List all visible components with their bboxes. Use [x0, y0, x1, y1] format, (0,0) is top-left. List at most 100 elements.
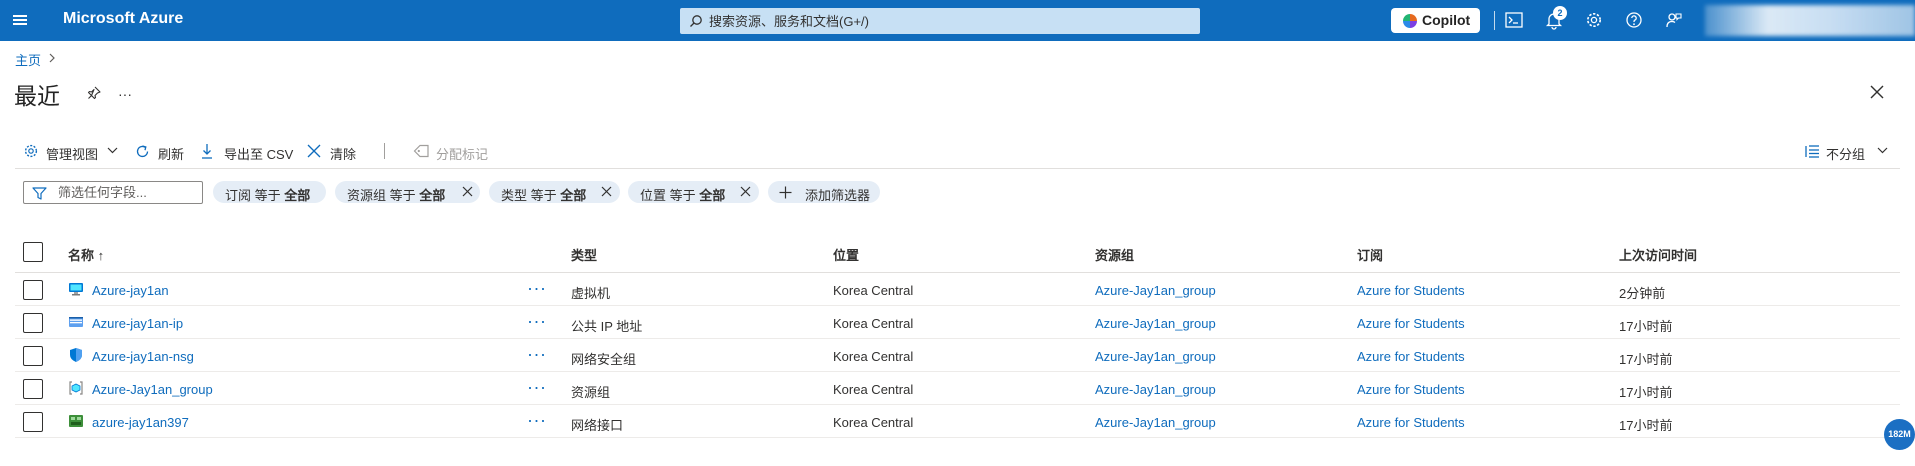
- subscription-link[interactable]: Azure for Students: [1357, 283, 1465, 298]
- filter-pill-field: 资源组: [347, 188, 387, 203]
- filter-pill-value: 全部: [284, 188, 311, 203]
- resource-name-link[interactable]: azure-jay1an397: [92, 415, 189, 430]
- clear-label: 清除: [330, 147, 357, 162]
- copilot-button[interactable]: Copilot: [1391, 8, 1480, 33]
- last-viewed: 2分钟前: [1619, 286, 1666, 301]
- resource-group-link[interactable]: Azure-Jay1an_group: [1095, 283, 1216, 298]
- clear-button[interactable]: 清除: [307, 141, 359, 163]
- row-checkbox[interactable]: [23, 313, 43, 333]
- remove-filter-icon[interactable]: [462, 186, 473, 197]
- resource-location: Korea Central: [833, 283, 914, 298]
- copilot-icon: [1403, 14, 1417, 28]
- network-interface-icon: [69, 415, 83, 427]
- remove-filter-icon[interactable]: [740, 186, 751, 197]
- filter-input[interactable]: [58, 183, 198, 202]
- resource-type: 网络安全组: [571, 352, 637, 367]
- breadcrumb-home-link[interactable]: 主页: [15, 53, 41, 68]
- last-viewed: 17小时前: [1619, 385, 1673, 400]
- row-checkbox[interactable]: [23, 346, 43, 366]
- resource-name-link[interactable]: Azure-jay1an-nsg: [92, 349, 194, 364]
- resource-name-link[interactable]: Azure-Jay1an_group: [92, 382, 213, 397]
- close-icon[interactable]: [1870, 85, 1884, 99]
- memory-badge[interactable]: 182M: [1884, 419, 1915, 450]
- resource-location: Korea Central: [833, 415, 914, 430]
- manage-view-button[interactable]: 管理视图: [23, 141, 123, 163]
- cloud-shell-icon[interactable]: [1504, 10, 1524, 30]
- column-header-location[interactable]: 位置: [833, 245, 859, 264]
- more-options-icon[interactable]: ···: [118, 87, 132, 101]
- table-row[interactable]: Azure-jay1an-nsg ··· 网络安全组 Korea Central…: [15, 339, 1900, 372]
- select-all-checkbox[interactable]: [23, 242, 43, 262]
- add-filter-button[interactable]: 添加筛选器: [768, 181, 880, 203]
- breadcrumb: 主页: [15, 50, 55, 69]
- resource-group-link[interactable]: Azure-Jay1an_group: [1095, 316, 1216, 331]
- resource-name-link[interactable]: Azure-jay1an-ip: [92, 316, 183, 331]
- resource-group-link[interactable]: Azure-Jay1an_group: [1095, 382, 1216, 397]
- subscription-link[interactable]: Azure for Students: [1357, 316, 1465, 331]
- subscription-link[interactable]: Azure for Students: [1357, 415, 1465, 430]
- column-header-type[interactable]: 类型: [571, 245, 597, 264]
- export-csv-button[interactable]: 导出至 CSV: [200, 141, 293, 163]
- resource-name-link[interactable]: Azure-jay1an: [92, 283, 169, 298]
- group-by-label: 不分组: [1826, 147, 1866, 162]
- table-row[interactable]: azure-jay1an397 ··· 网络接口 Korea Central A…: [15, 405, 1900, 438]
- row-more-options-icon[interactable]: ···: [527, 278, 546, 299]
- filter-pill-resource-group[interactable]: 资源组 等于 全部: [335, 181, 480, 203]
- filter-pill-op: 等于: [530, 188, 557, 203]
- subscription-link[interactable]: Azure for Students: [1357, 382, 1465, 397]
- assign-tags-button[interactable]: 分配标记: [413, 141, 491, 163]
- filter-pill-location[interactable]: 位置 等于 全部: [628, 181, 759, 203]
- last-viewed: 17小时前: [1619, 319, 1673, 334]
- row-checkbox[interactable]: [23, 412, 43, 432]
- search-input[interactable]: [709, 8, 1194, 34]
- row-more-options-icon[interactable]: ···: [527, 344, 546, 365]
- row-more-options-icon[interactable]: ···: [527, 377, 546, 398]
- topbar-divider: [1494, 11, 1495, 30]
- refresh-icon: [136, 145, 149, 158]
- resource-group-link[interactable]: Azure-Jay1an_group: [1095, 349, 1216, 364]
- table-row[interactable]: Azure-Jay1an_group ··· 资源组 Korea Central…: [15, 372, 1900, 405]
- notification-badge: 2: [1553, 6, 1567, 20]
- search-icon: [690, 15, 702, 27]
- column-header-last-viewed[interactable]: 上次访问时间: [1619, 245, 1697, 264]
- subscription-link[interactable]: Azure for Students: [1357, 349, 1465, 364]
- gear-icon[interactable]: [1584, 10, 1604, 30]
- list-icon: [1805, 145, 1819, 158]
- row-more-options-icon[interactable]: ···: [527, 311, 546, 332]
- filter-pill-subscription[interactable]: 订阅 等于 全部: [213, 181, 326, 203]
- assign-tags-label: 分配标记: [436, 147, 489, 162]
- row-checkbox[interactable]: [23, 379, 43, 399]
- row-checkbox[interactable]: [23, 280, 43, 300]
- network-security-group-icon: [70, 348, 82, 362]
- resource-location: Korea Central: [833, 382, 914, 397]
- filter-pill-field: 类型: [501, 188, 528, 203]
- top-navigation-bar: Microsoft Azure Copilot 2: [0, 0, 1915, 41]
- add-filter-label: 添加筛选器: [805, 188, 871, 203]
- toolbar-divider: [15, 168, 1900, 169]
- resource-group-link[interactable]: Azure-Jay1an_group: [1095, 415, 1216, 430]
- last-viewed: 17小时前: [1619, 352, 1673, 367]
- column-header-name[interactable]: 名称 ↑: [68, 245, 104, 264]
- group-by-dropdown[interactable]: 不分组: [1805, 141, 1890, 163]
- resource-group-icon: [69, 381, 83, 395]
- filter-pill-op: 等于: [254, 188, 281, 203]
- column-header-subscription[interactable]: 订阅: [1357, 245, 1383, 264]
- account-menu-blurred[interactable]: [1705, 5, 1915, 36]
- resource-location: Korea Central: [833, 349, 914, 364]
- row-more-options-icon[interactable]: ···: [527, 410, 546, 431]
- feedback-icon[interactable]: [1664, 10, 1684, 30]
- column-header-resource-group[interactable]: 资源组: [1095, 245, 1134, 264]
- resource-type: 虚拟机: [571, 286, 611, 301]
- refresh-button[interactable]: 刷新: [134, 141, 186, 163]
- table-row[interactable]: Azure-jay1an-ip ··· 公共 IP 地址 Korea Centr…: [15, 306, 1900, 339]
- filter-field[interactable]: [23, 181, 203, 204]
- filter-pill-type[interactable]: 类型 等于 全部: [489, 181, 620, 203]
- remove-filter-icon[interactable]: [601, 186, 612, 197]
- global-search[interactable]: [680, 8, 1200, 34]
- help-icon[interactable]: [1624, 10, 1644, 30]
- brand-title[interactable]: Microsoft Azure: [63, 10, 183, 28]
- table-row[interactable]: Azure-jay1an ··· 虚拟机 Korea Central Azure…: [15, 273, 1900, 306]
- filter-pill-value: 全部: [419, 188, 446, 203]
- hamburger-menu-icon[interactable]: [8, 8, 32, 32]
- pin-icon[interactable]: [86, 85, 102, 101]
